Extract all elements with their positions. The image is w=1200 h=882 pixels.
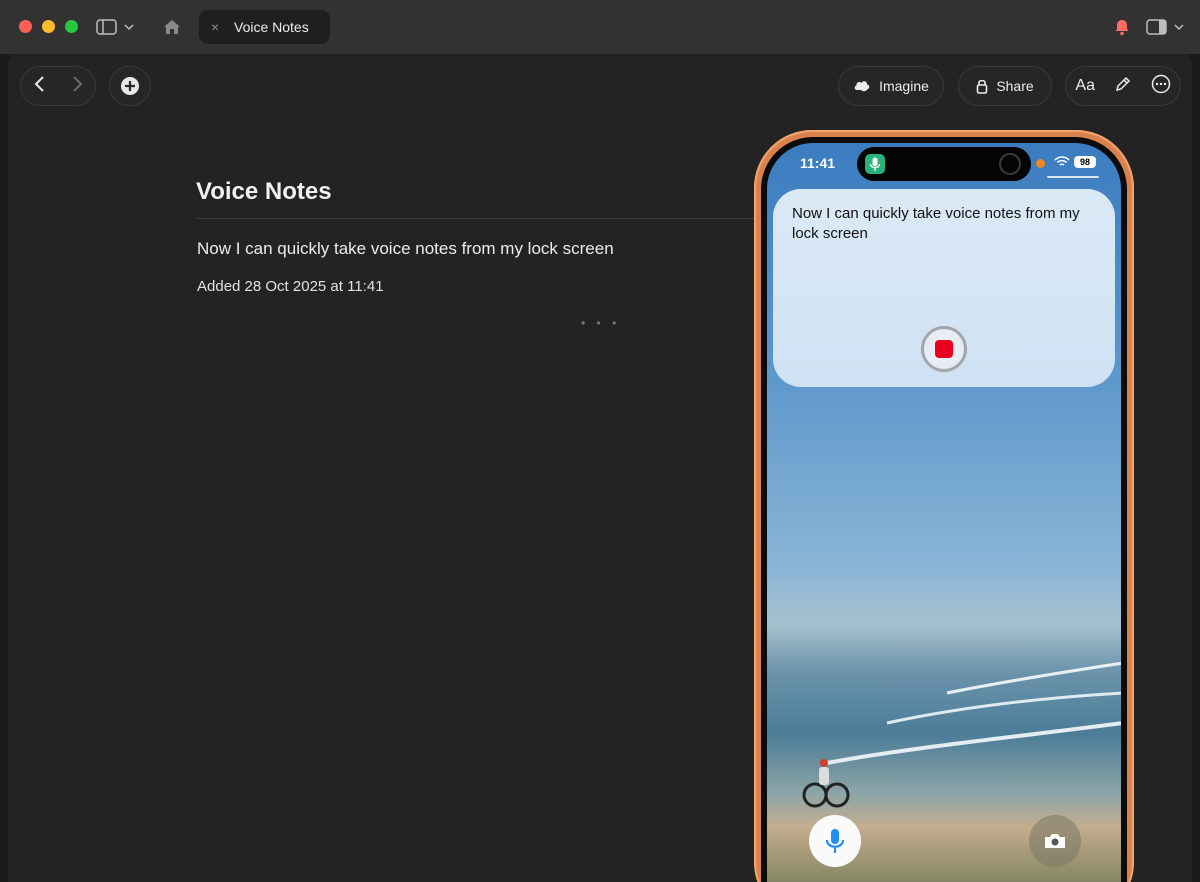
note-body[interactable]: Now I can quickly take voice notes from …: [197, 239, 614, 259]
inspector-toggle-button[interactable]: [1146, 16, 1188, 38]
close-window-button[interactable]: [19, 20, 32, 33]
ocean-photo: [802, 661, 1121, 808]
tab-title: Voice Notes: [234, 19, 309, 35]
note-title[interactable]: Voice Notes: [196, 178, 332, 206]
more-icon: [1151, 74, 1170, 93]
voice-memo-shortcut-button[interactable]: [809, 815, 861, 867]
stop-recording-button[interactable]: [921, 326, 967, 372]
back-button[interactable]: [33, 75, 47, 98]
lock-icon: [977, 79, 988, 94]
iphone-screenshot: 11:41 98 Now I can quickly take voice no…: [754, 130, 1134, 882]
home-icon: [164, 20, 180, 34]
tab-close-icon[interactable]: ×: [211, 19, 219, 35]
battery-level: 98: [1074, 156, 1096, 168]
format-button[interactable]: Aa: [1075, 77, 1095, 95]
title-divider: [196, 218, 756, 219]
dynamic-island: [857, 147, 1031, 181]
zoom-window-button[interactable]: [65, 20, 78, 33]
recording-progress-ring: [999, 153, 1021, 175]
sidebar-toggle-button[interactable]: [96, 16, 138, 38]
forward-button[interactable]: [70, 75, 84, 98]
transcription-text: Now I can quickly take voice notes from …: [792, 205, 1080, 242]
imagine-button[interactable]: Imagine: [838, 66, 944, 106]
home-button[interactable]: [163, 16, 181, 38]
status-underline: [1047, 176, 1099, 178]
imagine-label: Imagine: [879, 78, 929, 94]
phone-bezel: 11:41 98 Now I can quickly take voice no…: [761, 137, 1127, 882]
camera-icon: [1045, 834, 1065, 848]
note-timestamp: Added 28 Oct 2025 at 11:41: [197, 278, 384, 295]
new-note-button[interactable]: [109, 66, 151, 106]
tab-voice-notes[interactable]: × Voice Notes: [199, 10, 330, 44]
wifi-icon: [1054, 156, 1070, 166]
camera-shortcut-button[interactable]: [1029, 815, 1081, 867]
inspector-icon: [1146, 19, 1184, 35]
title-bar: × Voice Notes: [0, 0, 1200, 54]
add-icon: [121, 77, 139, 95]
forward-icon: [72, 75, 82, 92]
more-content-indicator: • • •: [581, 316, 621, 330]
mic-icon: [869, 157, 881, 171]
more-button[interactable]: [1151, 74, 1171, 99]
recording-app-icon: [865, 154, 885, 174]
sidebar-icon: [96, 19, 134, 35]
formatting-group: Aa: [1065, 66, 1181, 106]
back-icon: [34, 75, 44, 92]
stop-icon: [935, 340, 953, 358]
window-controls: [19, 20, 78, 33]
notes-window: Imagine Share Aa Voice Notes Now I can q…: [8, 54, 1192, 882]
markup-button[interactable]: [1114, 75, 1132, 98]
voice-note-widget[interactable]: Now I can quickly take voice notes from …: [773, 189, 1115, 387]
status-time: 11:41: [800, 155, 836, 171]
notifications-button[interactable]: [1113, 16, 1131, 38]
mic-in-use-indicator: [1036, 159, 1045, 168]
pen-icon: [1115, 76, 1130, 91]
minimize-window-button[interactable]: [42, 20, 55, 33]
bell-icon: [1115, 20, 1129, 36]
share-label: Share: [996, 78, 1034, 94]
mic-icon: [825, 829, 845, 853]
navigation-group: [20, 66, 96, 106]
share-button[interactable]: Share: [958, 66, 1052, 106]
lock-screen: 11:41 98 Now I can quickly take voice no…: [767, 143, 1121, 882]
imagine-icon: [854, 81, 870, 92]
